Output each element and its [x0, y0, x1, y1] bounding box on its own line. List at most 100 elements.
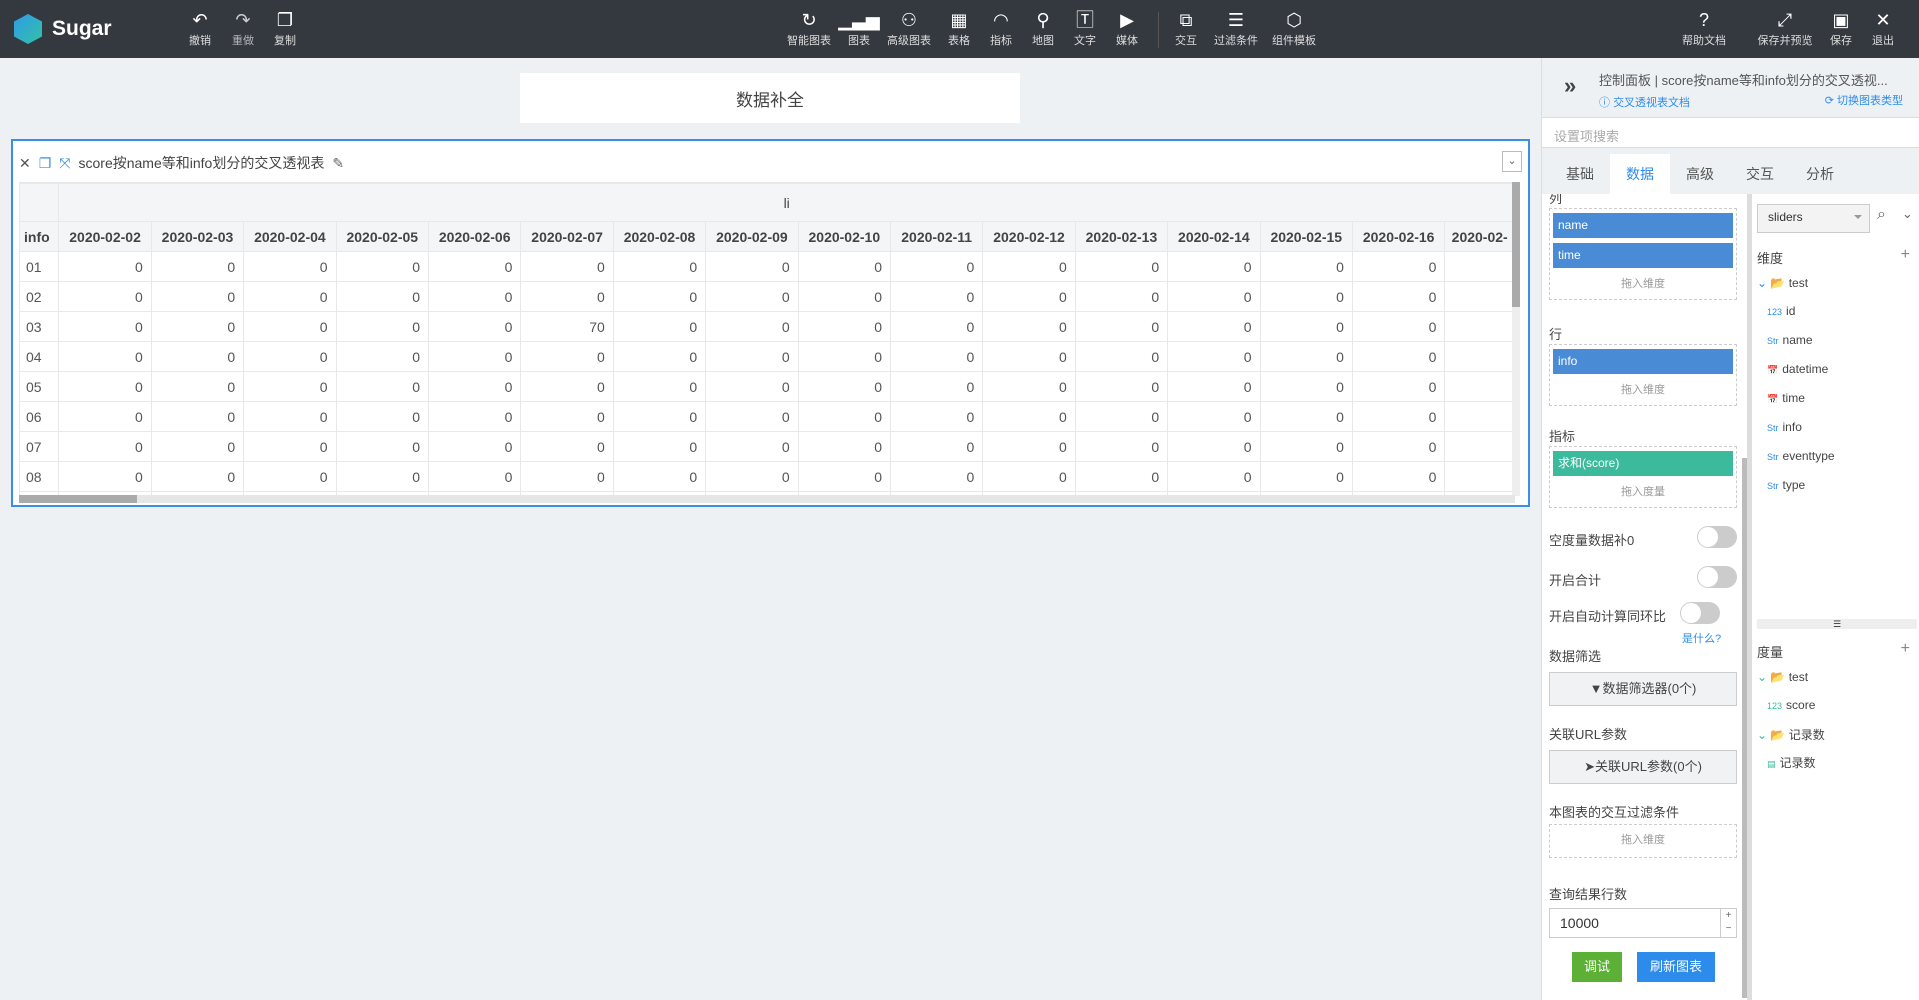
smart-chart-button[interactable]: ↻ 智能图表: [787, 10, 831, 48]
debug-button[interactable]: 调试: [1572, 952, 1622, 982]
row-pill-info[interactable]: info: [1553, 349, 1733, 374]
datasource-select[interactable]: sliders: [1757, 204, 1870, 233]
pivot-table-widget[interactable]: ✕ ❐ ⤧ score按name等和info划分的交叉透视表 ✎ ⌄ li in…: [11, 139, 1530, 507]
copy-button[interactable]: ❐ 复制: [274, 10, 296, 48]
column-header[interactable]: 2020-02-03: [150, 221, 245, 252]
column-header[interactable]: 2020-02-16: [1351, 221, 1446, 252]
interaction-button[interactable]: ⧉ 交互: [1175, 10, 1197, 48]
value-cell: 0: [150, 341, 245, 372]
tab-data[interactable]: 数据: [1610, 154, 1670, 194]
field-name[interactable]: Str name: [1767, 333, 1813, 347]
column-header[interactable]: 2020-02-08: [612, 221, 707, 252]
field-score[interactable]: 123 score: [1767, 698, 1815, 712]
exit-button[interactable]: ✕ 退出: [1872, 10, 1894, 48]
metrics-dropzone[interactable]: 求和(score) 拖入度量: [1549, 446, 1737, 508]
dimension-folder[interactable]: ⌄ 📂 test: [1757, 276, 1808, 290]
url-params-button[interactable]: ➤关联URL参数(0个): [1549, 750, 1737, 784]
measure-folder[interactable]: ⌄ 📂 记录数: [1757, 726, 1825, 743]
refresh-chart-button[interactable]: 刷新图表: [1637, 952, 1715, 982]
column-header[interactable]: 2020-02-13: [1074, 221, 1169, 252]
search-icon[interactable]: ⌕: [1877, 206, 1886, 224]
horizontal-scrollbar[interactable]: [19, 495, 1515, 503]
media-button[interactable]: ▶ 媒体: [1116, 10, 1138, 48]
bar-chart-icon: ▁▃▅: [838, 10, 880, 30]
template-button[interactable]: ⬡ 组件模板: [1272, 10, 1316, 48]
add-measure-icon[interactable]: +: [1901, 640, 1910, 658]
data-filter-button[interactable]: ▼数据筛选器(0个): [1549, 672, 1737, 706]
label: 帮助文档: [1682, 35, 1726, 47]
tab-interaction[interactable]: 交互: [1730, 154, 1790, 194]
text-button[interactable]: 🅃 文字: [1074, 10, 1096, 48]
gauge-button[interactable]: ◠ 指标: [990, 10, 1012, 48]
field-record-count[interactable]: ▤ 记录数: [1767, 754, 1816, 771]
column-header[interactable]: 2020-02-11: [890, 221, 984, 252]
table-row: 03 0 0 0 0 0 70 0 0 0 0 0 0 0 0 0: [19, 311, 1515, 342]
vertical-scrollbar[interactable]: [1512, 182, 1520, 496]
column-header[interactable]: 2020-02-: [1444, 221, 1515, 252]
column-header[interactable]: 2020-02-10: [797, 221, 892, 252]
group-header: li: [58, 183, 1515, 222]
rows-dropzone[interactable]: info 拖入维度: [1549, 344, 1737, 406]
column-header[interactable]: 2020-02-15: [1259, 221, 1353, 252]
value-cell: 0: [427, 311, 522, 342]
field-eventtype[interactable]: Str eventtype: [1767, 449, 1835, 463]
value-cell: 0: [982, 311, 1076, 342]
drop-hint: 拖入维度: [1621, 384, 1665, 396]
edit-pencil-icon[interactable]: ✎: [332, 155, 344, 172]
doc-link[interactable]: ⓘ 交叉透视表文档: [1599, 94, 1690, 110]
filter-button[interactable]: ☰ 过滤条件: [1214, 10, 1258, 48]
logo-icon: [14, 14, 42, 44]
folder-label: test: [1788, 276, 1809, 290]
column-header[interactable]: 2020-02-04: [243, 221, 337, 252]
fullscreen-icon[interactable]: ⤧: [59, 155, 70, 172]
field-datetime[interactable]: 📅 datetime: [1767, 362, 1828, 376]
advanced-chart-button[interactable]: ⚇ 高级图表: [887, 10, 931, 48]
tab-advanced[interactable]: 高级: [1670, 154, 1730, 194]
help-button[interactable]: ? 帮助文档: [1682, 10, 1726, 48]
add-dimension-icon[interactable]: +: [1901, 246, 1910, 264]
fill-zero-toggle[interactable]: [1697, 526, 1737, 548]
what-is-link[interactable]: 是什么?: [1682, 630, 1721, 646]
save-preview-button[interactable]: ⤢ 保存并预览: [1758, 10, 1813, 48]
tab-basic[interactable]: 基础: [1550, 154, 1610, 194]
column-header[interactable]: 2020-02-07: [520, 221, 614, 252]
field-info[interactable]: Str info: [1767, 420, 1802, 434]
chevron-down-icon[interactable]: ⌄: [1902, 206, 1913, 222]
total-toggle[interactable]: [1697, 566, 1737, 588]
settings-search-input[interactable]: 设置项搜索: [1542, 118, 1919, 148]
undo-button[interactable]: ↶ 撤销: [189, 10, 211, 48]
value-cell: 0: [1351, 281, 1446, 312]
chart-button[interactable]: ▁▃▅ 图表: [838, 10, 880, 48]
column-header[interactable]: 2020-02-02: [58, 221, 152, 252]
value-cell: 0: [427, 281, 522, 312]
field-id[interactable]: 123 id: [1767, 304, 1795, 318]
table-button[interactable]: ▦ 表格: [948, 10, 970, 48]
rows-limit-input[interactable]: 10000 + −: [1549, 908, 1737, 938]
redo-button[interactable]: ↷ 重做: [232, 10, 254, 48]
measure-folder[interactable]: ⌄ 📂 test: [1757, 670, 1808, 684]
field-type[interactable]: Str type: [1767, 478, 1805, 492]
switch-chart-type-link[interactable]: ⟳ 切换图表类型: [1825, 92, 1903, 108]
tab-analysis[interactable]: 分析: [1790, 154, 1850, 194]
title-card[interactable]: 数据补全: [520, 73, 1020, 123]
column-header[interactable]: 2020-02-14: [1167, 221, 1261, 252]
column-header[interactable]: 2020-02-06: [427, 221, 522, 252]
columns-dropzone[interactable]: name time 拖入维度: [1549, 208, 1737, 300]
collapse-panel-icon[interactable]: »: [1564, 73, 1576, 99]
map-button[interactable]: ⚲ 地图: [1032, 10, 1054, 48]
field-time[interactable]: 📅 time: [1767, 391, 1805, 405]
column-header[interactable]: 2020-02-05: [335, 221, 429, 252]
yoy-toggle[interactable]: [1680, 602, 1720, 624]
save-button[interactable]: ▣ 保存: [1830, 10, 1852, 48]
metric-pill-sum-score[interactable]: 求和(score): [1553, 451, 1733, 476]
column-header[interactable]: 2020-02-12: [982, 221, 1076, 252]
split-handle[interactable]: ☰: [1757, 619, 1917, 629]
copy-widget-icon[interactable]: ❐: [39, 155, 52, 172]
widget-menu-dropdown[interactable]: ⌄: [1502, 151, 1522, 172]
column-pill-time[interactable]: time: [1553, 243, 1733, 268]
rows-limit-stepper[interactable]: + −: [1720, 909, 1736, 937]
delete-icon[interactable]: ✕: [19, 155, 31, 172]
column-pill-name[interactable]: name: [1553, 213, 1733, 238]
column-header[interactable]: 2020-02-09: [705, 221, 799, 252]
interaction-dropzone[interactable]: 拖入维度: [1549, 824, 1737, 858]
